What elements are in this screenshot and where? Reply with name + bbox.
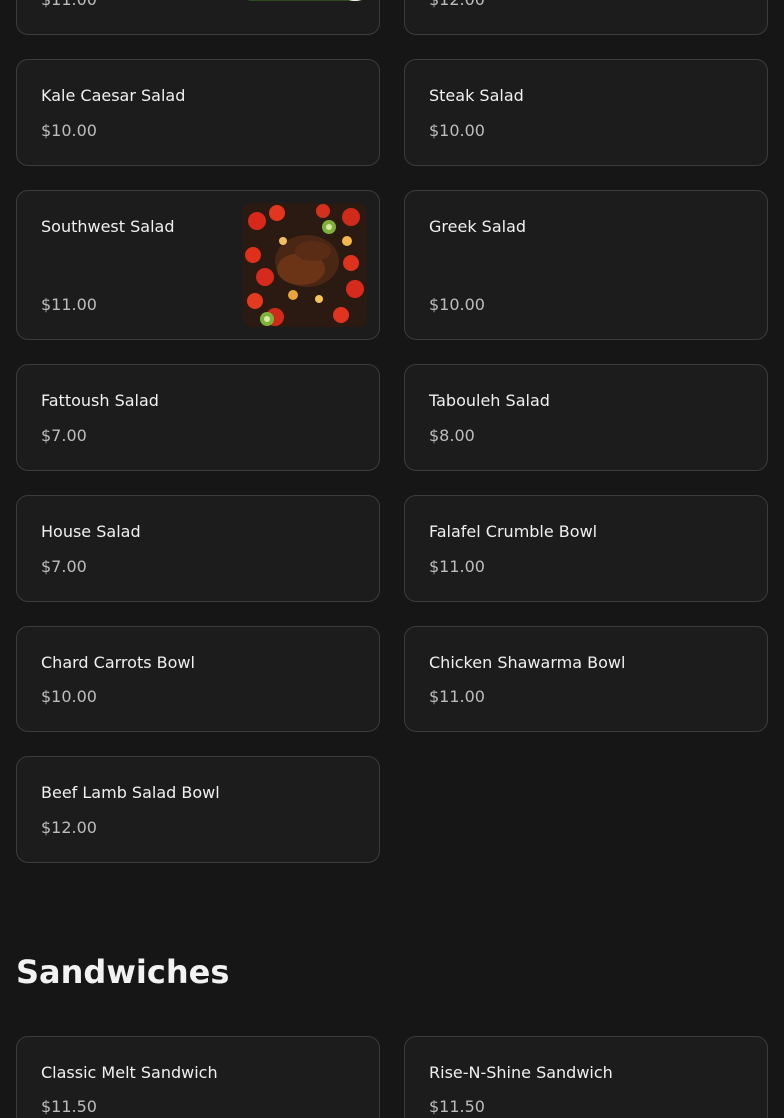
menu-item-price: $12.00 [41, 818, 97, 837]
menu-item-name: House Salad [41, 522, 141, 541]
menu-item-card[interactable]: $11.00 [16, 0, 380, 35]
menu-item-name: Beef Lamb Salad Bowl [41, 783, 220, 802]
menu-item-price: $11.50 [41, 1097, 97, 1116]
menu-item-card[interactable]: House Salad $7.00 [16, 495, 380, 602]
menu-item-price: $7.00 [41, 557, 87, 576]
menu-item-name: Chicken Shawarma Bowl [429, 653, 626, 672]
menu-item-card[interactable]: $12.00 [404, 0, 768, 35]
menu-page: $11.00 $12.00 Kale Caesar Salad $10.00 S… [0, 0, 784, 1118]
menu-item-card[interactable]: Chicken Shawarma Bowl $11.00 [404, 626, 768, 732]
menu-item-card[interactable]: Falafel Crumble Bowl $11.00 [404, 495, 768, 602]
menu-item-image [243, 203, 367, 327]
section-title-sandwiches: Sandwiches [16, 953, 230, 991]
menu-item-name: Southwest Salad [41, 217, 175, 236]
menu-item-price: $10.00 [41, 687, 97, 706]
menu-item-price: $7.00 [41, 426, 87, 445]
menu-item-name: Tabouleh Salad [429, 391, 550, 410]
menu-item-name: Greek Salad [429, 217, 527, 236]
menu-item-card[interactable]: Kale Caesar Salad $10.00 [16, 59, 380, 166]
menu-item-price: $10.00 [41, 121, 97, 140]
menu-item-name: Steak Salad [429, 86, 524, 105]
menu-item-card[interactable]: Rise-N-Shine Sandwich $11.50 [404, 1036, 768, 1118]
menu-item-name: Kale Caesar Salad [41, 86, 186, 105]
menu-item-image [243, 0, 367, 1]
menu-item-name: Fattoush Salad [41, 391, 159, 410]
menu-item-card[interactable]: Fattoush Salad $7.00 [16, 364, 380, 471]
menu-item-card[interactable]: Southwest Salad $11.00 [16, 190, 380, 340]
menu-item-name: Falafel Crumble Bowl [429, 522, 598, 541]
menu-item-card[interactable]: Beef Lamb Salad Bowl $12.00 [16, 756, 380, 863]
southwest-salad-photo-image [243, 203, 367, 327]
menu-item-card[interactable]: Classic Melt Sandwich $11.50 [16, 1036, 380, 1118]
menu-item-price: $8.00 [429, 426, 475, 445]
menu-item-price: $10.00 [429, 121, 485, 140]
menu-item-card[interactable]: Greek Salad $10.00 [404, 190, 768, 340]
menu-item-price: $11.50 [429, 1097, 485, 1116]
menu-item-price: $11.00 [41, 0, 97, 10]
salad-photo-image [243, 0, 367, 1]
menu-item-price: $12.00 [429, 0, 485, 10]
menu-item-name: Rise-N-Shine Sandwich [429, 1063, 613, 1082]
menu-item-price: $11.00 [41, 295, 97, 314]
menu-item-card[interactable]: Tabouleh Salad $8.00 [404, 364, 768, 471]
menu-item-price: $10.00 [429, 295, 485, 314]
menu-item-card[interactable]: Chard Carrots Bowl $10.00 [16, 626, 380, 732]
menu-item-name: Classic Melt Sandwich [41, 1063, 218, 1082]
menu-item-price: $11.00 [429, 557, 485, 576]
menu-item-name: Chard Carrots Bowl [41, 653, 195, 672]
menu-item-price: $11.00 [429, 687, 485, 706]
menu-item-card[interactable]: Steak Salad $10.00 [404, 59, 768, 166]
